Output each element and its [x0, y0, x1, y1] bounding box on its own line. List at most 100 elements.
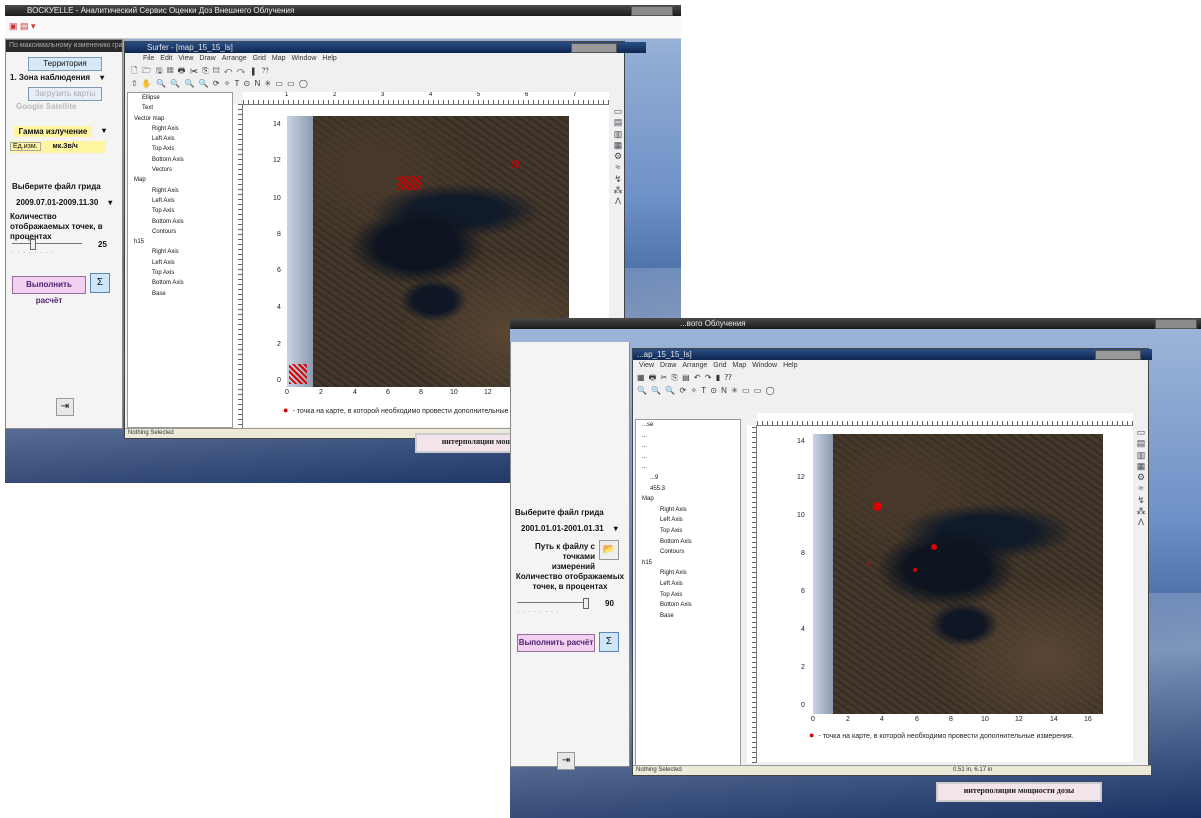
surfer-window-controls[interactable] [571, 43, 617, 53]
tree-item[interactable]: ... [636, 431, 740, 442]
tree-item[interactable]: Map [636, 494, 740, 505]
choose-grid-label: Выберите файл грида [515, 508, 604, 517]
tree-item[interactable]: Bottom Axis [636, 537, 740, 548]
tree-item[interactable]: Base [128, 289, 232, 299]
tree-item[interactable]: Bottom Axis [128, 278, 232, 288]
grid-file-select[interactable]: 2001.01.01-2001.01.31 [521, 524, 617, 533]
menu-window[interactable]: Window [752, 362, 777, 369]
ruler-tick: 5 [477, 92, 481, 98]
tree-item[interactable]: Left Axis [128, 258, 232, 268]
map-source-select[interactable]: Google Satellite [16, 102, 76, 111]
tree-item[interactable]: Right Axis [636, 505, 740, 516]
menu-window[interactable]: Window [292, 55, 317, 62]
x-tick: 14 [1050, 716, 1058, 723]
tree-item[interactable]: Top Axis [636, 526, 740, 537]
menu-view[interactable]: View [178, 55, 193, 62]
ruler-tick: 3 [381, 92, 385, 98]
tree-item[interactable]: Top Axis [128, 268, 232, 278]
zone-select[interactable]: 1. Зона наблюдения [10, 73, 104, 82]
territory-button[interactable]: Территория [28, 57, 102, 71]
tree-item[interactable]: Right Axis [128, 186, 232, 196]
menu-edit[interactable]: Edit [160, 55, 172, 62]
tree-item[interactable]: ... [636, 452, 740, 463]
tree-item[interactable]: Contours [636, 547, 740, 558]
tree-item[interactable]: Map [128, 175, 232, 185]
tree-item[interactable]: Left Axis [128, 196, 232, 206]
x-tick: 4 [880, 716, 884, 723]
exit-button[interactable]: ⇥ [56, 398, 74, 416]
tree-item[interactable]: Top Axis [128, 206, 232, 216]
sigma-button[interactable]: Σ [90, 273, 110, 293]
tree-item[interactable]: Text [128, 103, 232, 113]
y-tick: 6 [801, 588, 805, 595]
tree-item[interactable]: ... [636, 462, 740, 473]
surfer-toolbar-2[interactable]: 🔍 🔍 🔍 ⟳ ✧ T ⊙ N ✳ ▭ ▭ ◯ [633, 385, 1148, 396]
menu-help[interactable]: Help [783, 362, 797, 369]
window-controls[interactable] [631, 6, 673, 16]
tree-item[interactable]: h15 [636, 558, 740, 569]
tree-item[interactable]: Left Axis [128, 134, 232, 144]
tree-item[interactable]: ...se [636, 420, 740, 431]
app-toolbar-icons[interactable]: ▣ ▤ ▾ [9, 21, 36, 32]
tree-item[interactable]: Top Axis [128, 144, 232, 154]
menu-map[interactable]: Map [733, 362, 747, 369]
tree-item[interactable]: Contours [128, 227, 232, 237]
tree-item[interactable]: Left Axis [636, 579, 740, 590]
window-controls[interactable] [1155, 319, 1197, 329]
tree-item[interactable]: Ellipse [128, 93, 232, 103]
grid-file-select[interactable]: 2009.07.01-2009.11.30 [16, 198, 113, 207]
tree-item[interactable]: Base [636, 611, 740, 622]
ruler-tick: 1 [285, 92, 289, 98]
y-tick: 8 [277, 231, 281, 238]
x-tick: 8 [949, 716, 953, 723]
tree-item[interactable]: Right Axis [128, 124, 232, 134]
y-tick: 4 [277, 304, 281, 311]
tree-item[interactable]: Vector map [128, 114, 232, 124]
surfer-window-controls[interactable] [1095, 350, 1141, 360]
menu-map[interactable]: Map [272, 55, 286, 62]
menu-arrange[interactable]: Arrange [682, 362, 707, 369]
calculate-button[interactable]: Выполнить расчёт [517, 634, 595, 652]
menu-help[interactable]: Help [322, 55, 336, 62]
coords-readout: 0.51 in, 6.17 in [953, 767, 993, 773]
tree-item[interactable]: Vectors [128, 165, 232, 175]
points-label: Количество отображаемых точек, в процент… [10, 212, 103, 241]
toolbar-strip: ▣ ▤ ▾ [5, 16, 681, 39]
surfer-title: Surfer - [map_15_15_ls] [147, 43, 233, 52]
upload-maps-button[interactable]: Загрузить карты [28, 87, 102, 101]
points-slider[interactable]: ········ [517, 598, 589, 615]
menu-grid[interactable]: Grid [253, 55, 266, 62]
tree-item[interactable]: ...9 [636, 473, 740, 484]
surfer-toolbar-2[interactable]: ⇧ ✋ 🔍 🔍 🔍 🔍 ⟳ ✧ T ⊙ N ✳ ▭ ▭ ◯ [125, 78, 624, 89]
tree-item[interactable]: Bottom Axis [636, 600, 740, 611]
tree-item[interactable]: Right Axis [128, 247, 232, 257]
tree-item[interactable]: ... [636, 441, 740, 452]
open-file-button[interactable]: 📂 [599, 540, 619, 560]
exit-button[interactable]: ⇥ [557, 752, 575, 770]
menu-arrange[interactable]: Arrange [222, 55, 247, 62]
menu-view[interactable]: View [639, 362, 654, 369]
tree-item[interactable]: Top Axis [636, 590, 740, 601]
tree-item[interactable]: Right Axis [636, 568, 740, 579]
radiation-select[interactable]: Гамма излучение [14, 126, 106, 137]
right-toolbar[interactable]: ▭ ▤ ▥ ▦ ⚙ ≈ ↯ ⁂ Λ [1136, 427, 1146, 529]
right-toolbar[interactable]: ▭ ▤ ▥ ▦ ⚙ ≈ ↯ ⁂ Λ [613, 106, 623, 208]
main-window-titlebar: ...вого Облучения [510, 318, 1201, 329]
plot-canvas[interactable]: 14 12 10 8 6 4 2 0 0 2 4 6 8 10 12 14 16… [757, 426, 1133, 762]
sigma-button[interactable]: Σ [599, 632, 619, 652]
tree-item[interactable]: 455.3 [636, 484, 740, 495]
tree-item[interactable]: Left Axis [636, 515, 740, 526]
surfer-toolbar-1[interactable]: ▦ 🖶 ✂ ⎘ ▤ ↶ ↷ ▮ ⁇ [633, 372, 1148, 383]
unit-select[interactable]: мк.Зв/ч [53, 143, 78, 150]
menu-grid[interactable]: Grid [713, 362, 726, 369]
surfer-toolbar-1[interactable]: 🗋 🗁 🖫 ▦ 🖶 ✂ ⎘ ▤ ↶ ↷ ▮ ⁇ [125, 65, 624, 76]
calculate-button[interactable]: Выполнить расчёт [12, 276, 86, 305]
menu-draw[interactable]: Draw [199, 55, 215, 62]
ruler-tick: 4 [429, 92, 433, 98]
tree-item[interactable]: Bottom Axis [128, 217, 232, 227]
menu-draw[interactable]: Draw [660, 362, 676, 369]
menu-file[interactable]: File [143, 55, 154, 62]
tree-item[interactable]: Bottom Axis [128, 155, 232, 165]
tree-item[interactable]: h15 [128, 237, 232, 247]
points-slider[interactable]: ········ [12, 239, 82, 256]
